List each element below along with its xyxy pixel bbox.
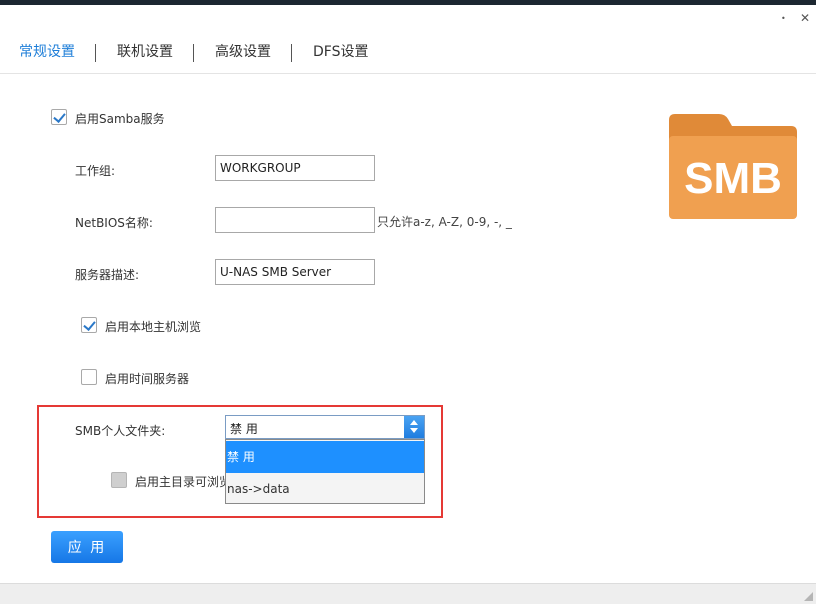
server-desc-label: 服务器描述: [75,268,140,282]
tab-divider [291,44,292,62]
tab-bar: 常规设置 联机设置 高级设置 DFS设置 [0,40,816,64]
tab-network[interactable]: 联机设置 [117,40,173,64]
smb-logo-text: SMB [684,154,782,203]
tab-dfs[interactable]: DFS设置 [313,40,368,64]
title-bar: • ✕ [0,5,816,31]
local-browse-checkbox[interactable] [81,317,97,333]
tab-underline [0,73,816,74]
enable-samba-label: 启用Samba服务 [75,112,165,126]
close-button[interactable]: ✕ [800,12,810,24]
time-server-label: 启用时间服务器 [105,372,190,386]
tab-divider [193,44,194,62]
tab-divider [95,44,96,62]
footer-bar [0,583,816,604]
resize-grip-icon[interactable] [804,592,813,601]
tab-advanced[interactable]: 高级设置 [215,40,271,64]
apply-button[interactable]: 应 用 [51,531,123,563]
smb-folder-icon: SMB [669,114,797,219]
time-server-checkbox[interactable] [81,369,97,385]
workgroup-label: 工作组: [75,164,116,178]
netbios-input[interactable] [215,207,375,233]
minimize-button[interactable]: • [781,13,786,25]
server-desc-input[interactable] [215,259,375,285]
netbios-hint: 只允许a-z, A-Z, 0-9, -, _ [377,215,512,229]
check-icon [83,318,96,331]
check-icon [53,110,66,123]
highlight-box [37,405,443,518]
local-browse-label: 启用本地主机浏览 [105,320,202,334]
netbios-label: NetBIOS名称: [75,216,153,230]
workgroup-input[interactable] [215,155,375,181]
enable-samba-checkbox[interactable] [51,109,67,125]
tab-general[interactable]: 常规设置 [19,40,75,64]
